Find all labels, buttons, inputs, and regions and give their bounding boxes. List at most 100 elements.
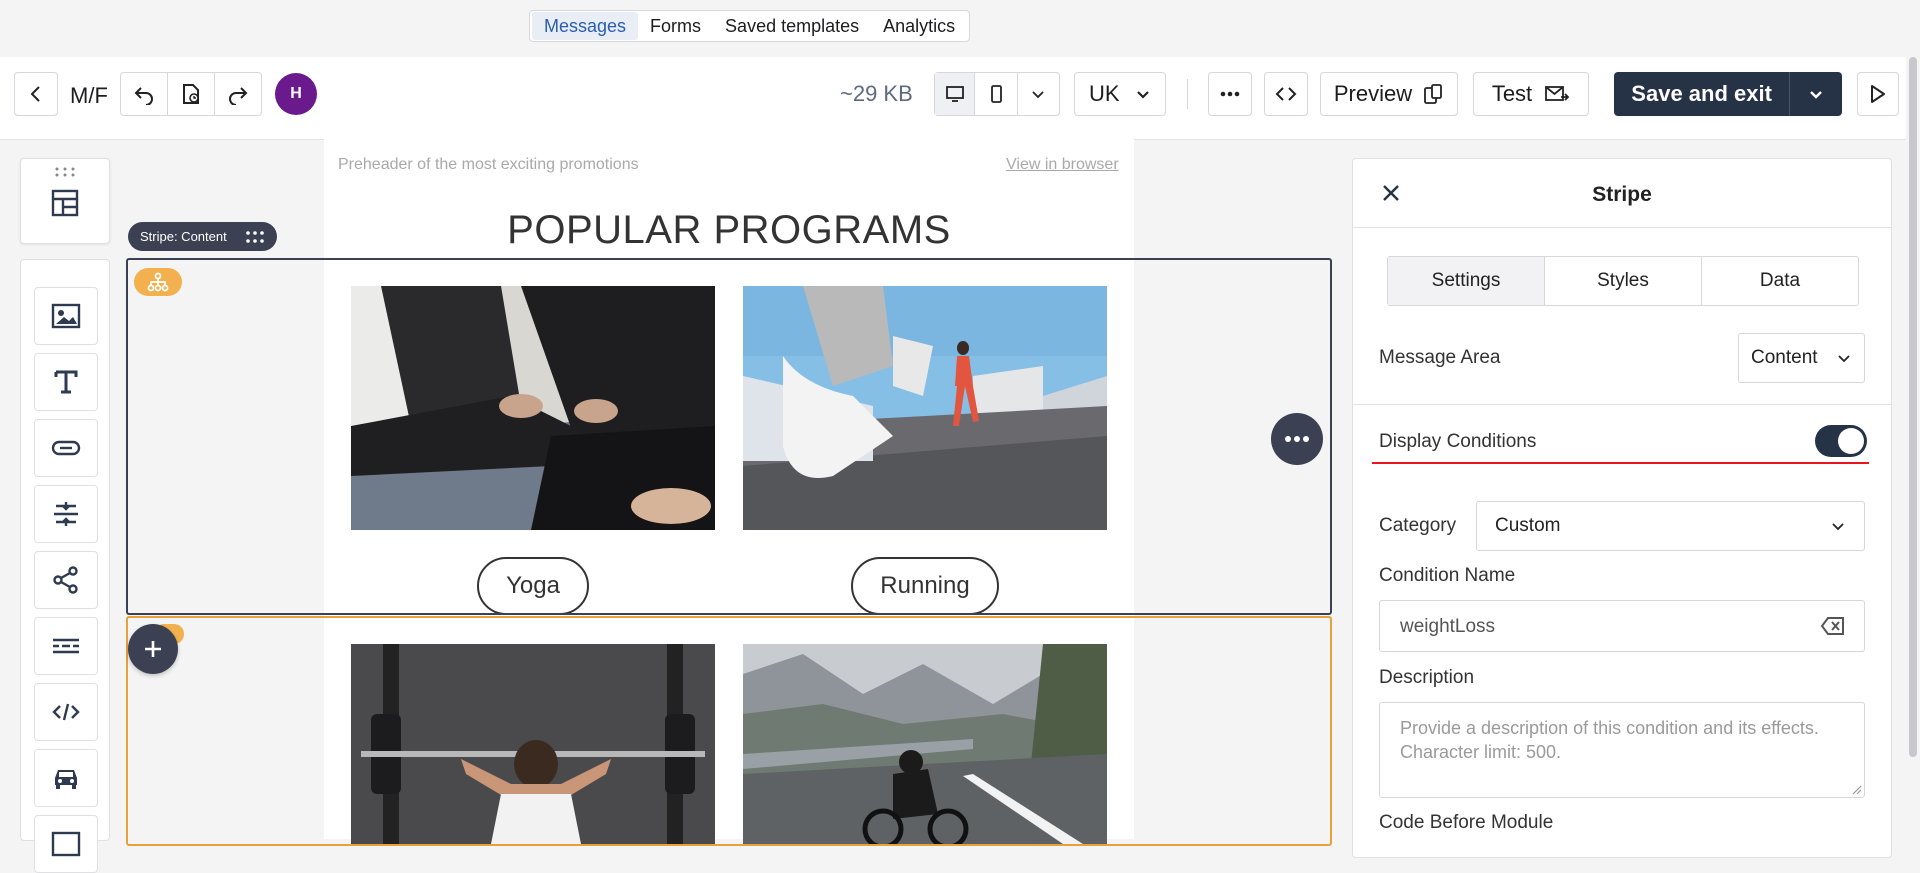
chevron-left-icon: [30, 86, 40, 102]
code-icon: [52, 703, 80, 721]
image-icon: [51, 831, 81, 857]
code-icon: [1275, 87, 1297, 101]
social-block[interactable]: [34, 551, 98, 609]
category-value: Custom: [1495, 515, 1561, 536]
document-history-icon: [183, 84, 199, 104]
redo-icon: [229, 87, 248, 105]
play-icon: [1871, 85, 1885, 103]
drag-handle-icon[interactable]: [245, 230, 265, 243]
main-tabs: Messages Forms Saved templates Analytics: [529, 10, 971, 42]
next-stripe-frame[interactable]: [126, 616, 1332, 846]
stripes-block-button[interactable]: [20, 158, 110, 244]
stripe-more-button[interactable]: [1271, 413, 1323, 465]
undo-button[interactable]: [121, 73, 168, 115]
save-options-dropdown[interactable]: [1790, 72, 1842, 116]
code-view-button[interactable]: [1264, 72, 1308, 116]
display-conditions-label: Display Conditions: [1379, 431, 1537, 452]
chevron-down-icon: [1032, 91, 1044, 99]
plus-icon: [145, 641, 161, 657]
amp-block[interactable]: [34, 749, 98, 807]
condition-name-label: Condition Name: [1379, 565, 1516, 586]
desktop-view-button[interactable]: [935, 73, 976, 115]
save-and-exit-label[interactable]: Save and exit: [1614, 72, 1791, 116]
panel-title: Stripe: [1592, 183, 1652, 206]
divider-block[interactable]: [34, 617, 98, 675]
language-select[interactable]: UK: [1074, 72, 1166, 116]
message-area-value: Content: [1751, 347, 1818, 368]
condition-tree-icon: [147, 272, 169, 292]
send-mail-icon: [1545, 86, 1570, 101]
highlight-underline: [1372, 462, 1869, 464]
html-block[interactable]: [34, 683, 98, 741]
description-placeholder: Provide a description of this condition …: [1400, 718, 1819, 762]
message-size: ~29 KB: [840, 81, 913, 106]
text-icon: [54, 370, 78, 394]
top-navigation: Messages Forms Saved templates Analytics: [0, 0, 1920, 58]
test-label: Test: [1491, 81, 1533, 106]
spacer-block[interactable]: [34, 485, 98, 543]
mobile-view-button[interactable]: [975, 73, 1018, 115]
tab-saved-templates[interactable]: Saved templates: [713, 12, 871, 40]
ellipsis-icon: [1220, 91, 1240, 97]
chevron-down-icon: [1838, 355, 1850, 363]
page-scrollbar[interactable]: [1906, 57, 1920, 827]
category-select[interactable]: Custom: [1476, 501, 1865, 551]
tab-forms[interactable]: Forms: [638, 12, 713, 40]
view-in-browser-link[interactable]: View in browser: [1006, 156, 1119, 174]
toolbar-divider: [1187, 79, 1188, 109]
undo-icon: [134, 87, 153, 105]
version-history-button[interactable]: [168, 73, 215, 115]
preview-label: Preview: [1333, 81, 1413, 106]
play-button[interactable]: [1857, 72, 1899, 116]
message-area-select[interactable]: Content: [1738, 333, 1865, 383]
tab-data[interactable]: Data: [1702, 257, 1858, 305]
resize-handle-icon[interactable]: [1850, 783, 1862, 795]
message-area-label: Message Area: [1379, 347, 1501, 368]
preview-button[interactable]: Preview: [1320, 72, 1458, 116]
display-condition-badge[interactable]: [134, 268, 182, 296]
chevron-down-icon: [1137, 91, 1149, 99]
device-switcher: [934, 72, 1060, 116]
preview-device-icon: [1424, 84, 1443, 104]
image-icon: [51, 303, 81, 329]
description-label: Description: [1379, 667, 1475, 688]
share-icon: [53, 566, 78, 594]
more-options-button[interactable]: [1208, 72, 1252, 116]
desktop-icon: [945, 86, 964, 102]
divider-icon: [53, 638, 79, 654]
button-block[interactable]: [34, 419, 98, 477]
back-button[interactable]: [14, 72, 58, 116]
text-block[interactable]: [34, 353, 98, 411]
tab-settings[interactable]: Settings: [1388, 257, 1545, 305]
condition-name-field[interactable]: weightLoss: [1379, 600, 1865, 652]
scrollbar-thumb[interactable]: [1909, 57, 1917, 757]
category-label: Category: [1379, 515, 1457, 536]
tab-styles[interactable]: Styles: [1545, 257, 1702, 305]
preheader-text[interactable]: Preheader of the most exciting promotion…: [338, 156, 639, 174]
selected-stripe-frame[interactable]: [126, 258, 1332, 615]
blocks-sidebar: [20, 259, 110, 873]
clear-input-icon[interactable]: [1820, 616, 1846, 636]
save-and-exit-button[interactable]: Save and exit: [1614, 72, 1842, 116]
layout-grid-icon: [51, 189, 79, 217]
banner-block[interactable]: [34, 815, 98, 873]
car-icon: [55, 770, 77, 789]
stripe-label[interactable]: Stripe: Content: [128, 222, 277, 251]
button-icon: [51, 440, 81, 456]
tab-analytics[interactable]: Analytics: [871, 12, 967, 40]
drag-handle-icon: [55, 167, 75, 177]
stripe-label-text: Stripe: Content: [140, 229, 227, 244]
device-dropdown[interactable]: [1018, 73, 1059, 115]
redo-button[interactable]: [215, 73, 261, 115]
add-stripe-button[interactable]: [128, 624, 178, 674]
display-conditions-toggle[interactable]: [1815, 425, 1867, 457]
headline[interactable]: POPULAR PROGRAMS: [324, 208, 1134, 253]
stripe-settings-panel: Stripe Settings Styles Data Message Area…: [1352, 158, 1892, 858]
history-group: [120, 72, 262, 116]
image-block[interactable]: [34, 287, 98, 345]
tab-messages[interactable]: Messages: [532, 12, 639, 40]
description-textarea[interactable]: Provide a description of this condition …: [1379, 702, 1865, 798]
test-button[interactable]: Test: [1473, 72, 1589, 116]
mobile-icon: [991, 85, 1002, 103]
avatar[interactable]: H: [275, 73, 317, 115]
